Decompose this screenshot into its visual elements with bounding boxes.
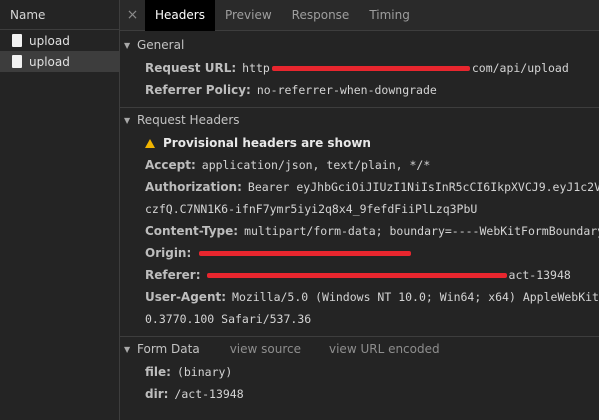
tab-preview[interactable]: Preview	[215, 0, 282, 31]
name-column-header[interactable]: Name	[0, 0, 119, 30]
general-section-header[interactable]: ▼ General	[120, 33, 599, 57]
referer-suffix: act-13948	[508, 268, 571, 282]
tab-headers[interactable]: Headers	[145, 0, 215, 31]
provisional-warning: Provisional headers are shown	[163, 136, 371, 150]
triangle-down-icon: ▼	[124, 40, 131, 50]
file-name: upload	[29, 33, 70, 48]
form-dir-row: dir: /act-13948	[120, 383, 599, 405]
triangle-down-icon: ▼	[124, 344, 131, 354]
referrer-policy-key: Referrer Policy:	[145, 83, 251, 97]
request-url-suffix: com/api/upload	[471, 61, 569, 75]
referer-key: Referer:	[145, 268, 201, 282]
form-file-row: file: (binary)	[120, 361, 599, 383]
section-title: Form Data	[137, 342, 200, 356]
authorization-key: Authorization:	[145, 180, 242, 194]
details-panel: × Headers Preview Response Timing ▼ Gene…	[120, 0, 599, 420]
user-agent-continuation: 0.3770.100 Safari/537.36	[120, 308, 599, 330]
accept-value: application/json, text/plain, */*	[201, 158, 431, 172]
file-row-upload-2[interactable]: upload	[0, 51, 119, 72]
document-icon	[12, 34, 22, 47]
form-file-value: (binary)	[176, 365, 233, 379]
user-agent-key: User-Agent:	[145, 290, 227, 304]
request-url-row: Request URL: http com/api/upload	[120, 57, 599, 79]
request-url-prefix: http	[242, 61, 270, 75]
origin-row: Origin:	[120, 242, 599, 264]
user-agent-value-cont: 0.3770.100 Safari/537.36	[145, 312, 312, 326]
redaction-mark	[271, 65, 470, 71]
content-type-row: Content-Type: multipart/form-data; bound…	[120, 220, 599, 242]
tab-timing[interactable]: Timing	[359, 0, 420, 31]
warning-icon	[145, 138, 155, 148]
request-url-key: Request URL:	[145, 61, 237, 75]
authorization-value: Bearer eyJhbGciOiJIUzI1NiIsInR5cCI6IkpXV…	[247, 180, 599, 194]
authorization-continuation: czfQ.C7NN1K6-ifnF7ymr5iyi2q8x4_9fefdFiiP…	[120, 198, 599, 220]
view-source-link[interactable]: view source	[230, 342, 301, 356]
close-icon[interactable]: ×	[120, 7, 145, 23]
referrer-policy-value: no-referrer-when-downgrade	[256, 83, 437, 97]
tab-response[interactable]: Response	[282, 0, 360, 31]
provisional-warning-row: Provisional headers are shown	[120, 132, 599, 154]
authorization-value-cont: czfQ.C7NN1K6-ifnF7ymr5iyi2q8x4_9fefdFiiP…	[145, 202, 478, 216]
content-type-key: Content-Type:	[145, 224, 239, 238]
section-title: Request Headers	[137, 113, 240, 127]
section-title: General	[137, 38, 185, 52]
request-headers-section-header[interactable]: ▼ Request Headers	[120, 108, 599, 132]
form-file-key: file:	[145, 365, 171, 379]
file-name: upload	[29, 54, 70, 69]
referrer-policy-row: Referrer Policy: no-referrer-when-downgr…	[120, 79, 599, 101]
origin-key: Origin:	[145, 246, 192, 260]
user-agent-value: Mozilla/5.0 (Windows NT 10.0; Win64; x64…	[232, 290, 599, 304]
user-agent-row: User-Agent: Mozilla/5.0 (Windows NT 10.0…	[120, 286, 599, 308]
form-dir-key: dir:	[145, 387, 169, 401]
form-data-section-header[interactable]: ▼ Form Data view source view URL encoded	[120, 337, 599, 361]
details-tabbar: × Headers Preview Response Timing	[120, 0, 599, 31]
view-url-encoded-link[interactable]: view URL encoded	[329, 342, 440, 356]
accept-row: Accept: application/json, text/plain, */…	[120, 154, 599, 176]
document-icon	[12, 55, 22, 68]
redaction-mark	[206, 272, 507, 278]
form-dir-value: /act-13948	[174, 387, 244, 401]
file-row-upload-1[interactable]: upload	[0, 30, 119, 51]
referer-row: Referer: act-13948	[120, 264, 599, 286]
file-list-panel: Name upload upload	[0, 0, 119, 420]
authorization-row: Authorization: Bearer eyJhbGciOiJIUzI1Ni…	[120, 176, 599, 198]
triangle-down-icon: ▼	[124, 115, 131, 125]
content-type-value: multipart/form-data; boundary=----WebKit…	[244, 224, 599, 238]
redaction-mark	[199, 250, 412, 256]
accept-key: Accept:	[145, 158, 196, 172]
